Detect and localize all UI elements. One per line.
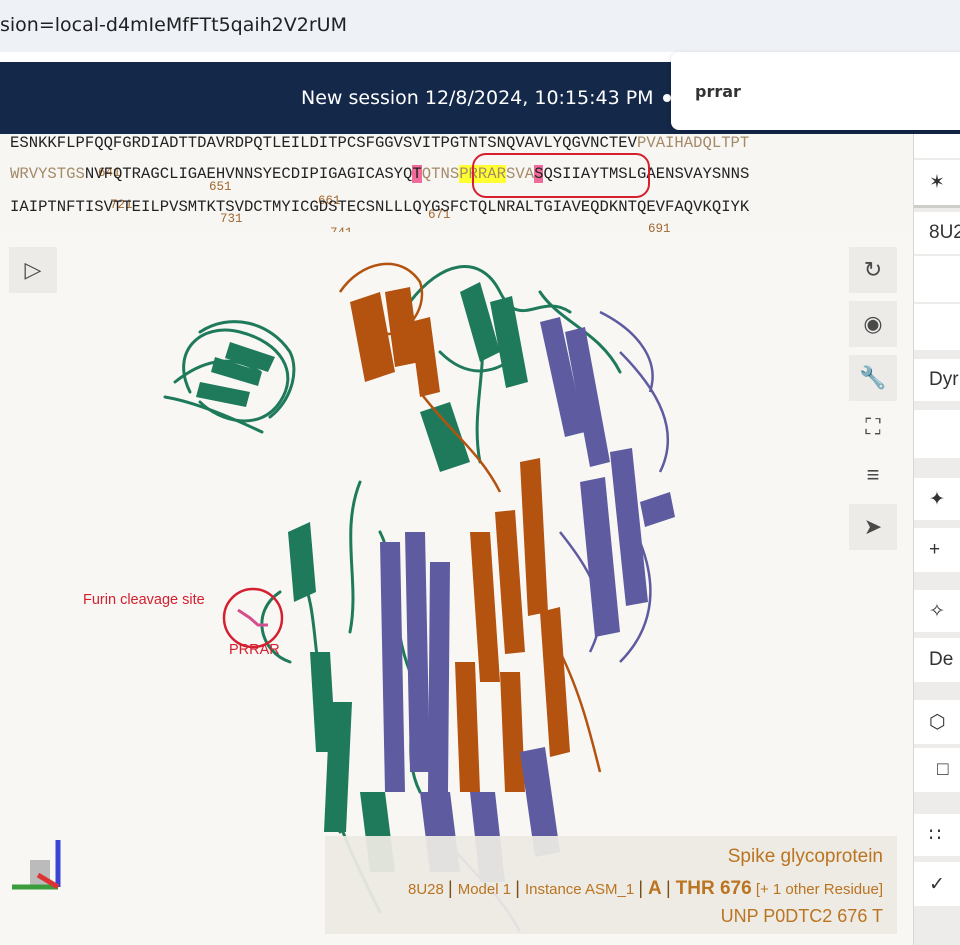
address-bar[interactable]: sion=local-d4mIeMfFTt5qaih2V2rUM bbox=[0, 0, 960, 52]
settings-button[interactable]: ≡ bbox=[849, 452, 897, 498]
sidebar-chat-button[interactable]: □ bbox=[914, 748, 960, 792]
chain-label: A bbox=[648, 878, 662, 899]
magic-wand-icon: ✦ bbox=[929, 488, 945, 510]
sequence-numbers-3: 801 811 821 861 bbox=[0, 218, 30, 232]
furin-annotation-label: Furin cleavage site bbox=[83, 592, 205, 608]
sidebar-entry-default[interactable]: De bbox=[914, 638, 960, 682]
structure-toggle-button[interactable]: ✶ bbox=[914, 160, 960, 208]
model-label: Model 1 bbox=[457, 881, 512, 898]
sequence-highlight-circle bbox=[472, 153, 650, 198]
instance-label: Instance ASM_1 bbox=[524, 881, 635, 898]
molecule-icon: ✶ bbox=[929, 172, 945, 193]
sequence-panel[interactable]: ESNKKFLPFQQFGRDIADTTDAVRDPQTLEILDITPCSFG… bbox=[0, 134, 913, 232]
search-popup[interactable]: prrar bbox=[671, 52, 960, 130]
prrar-annotation-label: PRRAR bbox=[229, 642, 280, 658]
selection-mode-button[interactable]: ➤ bbox=[849, 504, 897, 550]
check-icon: ✓ bbox=[929, 873, 945, 895]
sidebar-top-button[interactable] bbox=[914, 134, 960, 158]
screenshot-button[interactable]: ◉ bbox=[849, 301, 897, 347]
sidebar-entry-dynamics[interactable]: Dyr bbox=[914, 359, 960, 401]
sidebar-build-button[interactable]: ✦ bbox=[914, 478, 960, 520]
session-title[interactable]: New session 12/8/2024, 10:15:43 PM bbox=[301, 87, 654, 109]
grid-dots-icon: ∷ bbox=[929, 824, 942, 846]
axes-gizmo-icon bbox=[12, 840, 61, 890]
sidebar-entry-8u28[interactable]: 8U2 bbox=[914, 212, 960, 254]
wrench-icon: 🔧 bbox=[859, 365, 887, 390]
right-sidebar: ✶ 8U2 Dyr ✦ + ✧ De ⬡ □ ∷ ✓ bbox=[913, 134, 960, 945]
selection-info-box: Spike glycoprotein 8U28 | Model 1 | Inst… bbox=[325, 836, 897, 934]
settings-sliders-icon: ≡ bbox=[866, 462, 880, 487]
sidebar-add-button[interactable]: + bbox=[914, 528, 960, 572]
annotation-circle bbox=[222, 587, 284, 649]
sidebar-density-button[interactable]: ∷ bbox=[914, 814, 960, 856]
sparkle-wand-icon: ✧ bbox=[929, 600, 945, 622]
sequence-line-1[interactable]: ESNKKFLPFQQFGRDIADTTDAVRDPQTLEILDITPCSFG… bbox=[10, 134, 749, 152]
sidebar-components-button[interactable]: ✧ bbox=[914, 590, 960, 632]
selected-residue-t676: T bbox=[412, 165, 422, 183]
cube-icon: ⬡ bbox=[929, 711, 946, 733]
select-pointer-icon: ➤ bbox=[863, 514, 883, 539]
sidebar-check-button[interactable]: ✓ bbox=[914, 862, 960, 906]
sidebar-entry-blank-3[interactable] bbox=[914, 410, 960, 458]
url-text[interactable]: sion=local-d4mIeMfFTt5qaih2V2rUM bbox=[0, 14, 347, 36]
plus-icon: + bbox=[929, 539, 941, 560]
reset-view-button[interactable]: ↻ bbox=[849, 247, 897, 293]
tools-button[interactable]: 🔧 bbox=[849, 355, 897, 401]
reset-view-icon: ↻ bbox=[863, 257, 883, 282]
search-query[interactable]: prrar bbox=[695, 82, 741, 101]
fullscreen-icon: ⛶ bbox=[865, 414, 881, 439]
uniprot-label: UNP P0DTC2 676 T bbox=[720, 906, 883, 926]
sidebar-entry-blank-2[interactable] bbox=[914, 304, 960, 350]
fullscreen-button[interactable]: ⛶ bbox=[849, 404, 897, 450]
chat-icon: □ bbox=[937, 759, 949, 780]
extra-residues: [+ 1 other Residue] bbox=[755, 881, 883, 898]
sequence-line-3[interactable]: IAIPTNFTISVTTEILPVSMTKTSVDCTMYICGDSTECSN… bbox=[10, 198, 749, 216]
sidebar-cube-button[interactable]: ⬡ bbox=[914, 700, 960, 744]
sidebar-entry-blank-1[interactable] bbox=[914, 256, 960, 302]
animation-toggle-button[interactable]: ▷ bbox=[9, 247, 57, 293]
play-screen-icon: ▷ bbox=[24, 257, 42, 282]
entity-name: Spike glycoprotein bbox=[727, 846, 883, 867]
pdb-id: 8U28 bbox=[407, 881, 444, 898]
selection-path: 8U28 | Model 1 | Instance ASM_1 | A | TH… bbox=[407, 878, 883, 899]
residue-label: THR 676 bbox=[675, 878, 752, 899]
status-dot bbox=[663, 94, 671, 102]
screenshot-icon: ◉ bbox=[863, 311, 883, 336]
